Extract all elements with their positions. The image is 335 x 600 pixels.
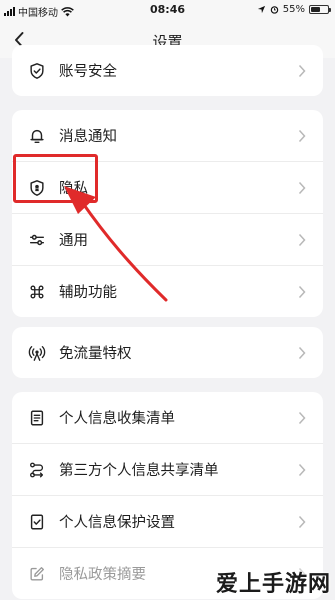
document-list-icon: [30, 410, 44, 425]
chevron-right-icon: [298, 515, 306, 528]
bell-icon: [30, 129, 44, 143]
status-bar: 中国移动 08:46 55%: [0, 0, 335, 22]
watermark: 爱上手游网: [215, 572, 331, 597]
settings-item-info-protection-settings[interactable]: 个人信息保护设置: [12, 495, 323, 547]
sliders-icon: [29, 234, 45, 245]
shield-check-icon: [30, 62, 44, 79]
settings-group-account: 账号安全: [12, 45, 323, 96]
chevron-right-icon: [298, 233, 306, 246]
settings-item-general[interactable]: 通用: [12, 213, 323, 265]
settings-item-label: 个人信息收集清单: [59, 411, 175, 427]
settings-item-label: 隐私: [59, 181, 88, 197]
battery-percent: 55%: [282, 4, 305, 15]
settings-item-free-data[interactable]: 免流量特权: [12, 327, 323, 378]
status-right: 55%: [257, 4, 331, 15]
chevron-right-icon: [298, 411, 306, 424]
command-icon: [30, 285, 44, 298]
chevron-right-icon: [298, 64, 306, 77]
settings-item-label: 账号安全: [59, 64, 117, 80]
alarm-icon: [270, 6, 279, 14]
settings-item-label: 第三方个人信息共享清单: [59, 463, 219, 479]
edit-icon: [30, 566, 44, 581]
settings-group-data: 免流量特权: [12, 327, 323, 378]
share-flow-icon: [30, 462, 44, 477]
settings-group-general: 消息通知 隐私 通用 辅助功能: [12, 110, 323, 317]
settings-item-account-security[interactable]: 账号安全: [12, 45, 323, 96]
settings-item-label: 免流量特权: [59, 346, 132, 362]
chevron-right-icon: [298, 285, 306, 298]
protected-file-icon: [30, 514, 44, 529]
settings-item-third-party-sharing-list[interactable]: 第三方个人信息共享清单: [12, 443, 323, 495]
battery-icon: [309, 5, 331, 14]
chevron-right-icon: [298, 129, 306, 142]
broadcast-icon: [28, 345, 46, 361]
chevron-right-icon: [298, 346, 306, 359]
settings-item-privacy[interactable]: 隐私: [12, 161, 323, 213]
settings-item-label: 辅助功能: [59, 285, 117, 301]
settings-item-label: 个人信息保护设置: [59, 515, 175, 531]
location-arrow-icon: [257, 5, 265, 14]
chevron-right-icon: [298, 181, 306, 194]
settings-item-info-collection-list[interactable]: 个人信息收集清单: [12, 392, 323, 443]
privacy-shield-icon: [30, 179, 44, 196]
settings-item-label: 通用: [59, 233, 88, 249]
battery-fill: [311, 7, 320, 12]
chevron-right-icon: [298, 463, 306, 476]
settings-item-accessibility[interactable]: 辅助功能: [12, 265, 323, 317]
settings-item-label: 消息通知: [59, 129, 117, 145]
settings-item-notifications[interactable]: 消息通知: [12, 110, 323, 161]
